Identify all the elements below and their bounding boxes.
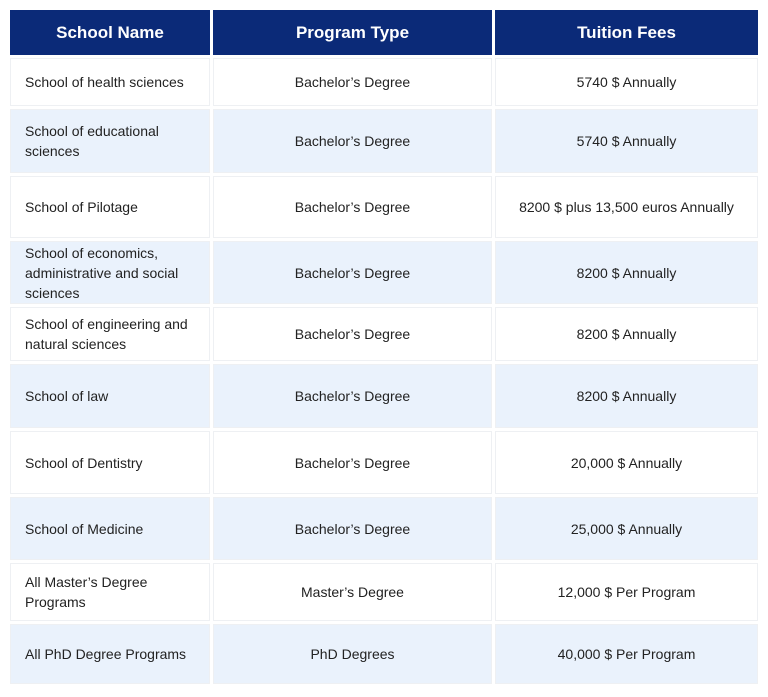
tuition-fee-cell: 20,000 $ Annually — [495, 431, 758, 494]
header-tuition-fees: Tuition Fees — [495, 10, 758, 55]
tuition-fee-cell: 12,000 $ Per Program — [495, 563, 758, 621]
table-row: School of educational sciences Bachelor’… — [10, 109, 758, 173]
school-name-cell: School of law — [10, 364, 210, 428]
program-type-cell: Bachelor’s Degree — [213, 364, 492, 428]
school-name-cell: School of Dentistry — [10, 431, 210, 494]
program-type-cell: Bachelor’s Degree — [213, 58, 492, 106]
tuition-fees-table: School Name Program Type Tuition Fees Sc… — [7, 7, 761, 687]
tuition-fee-cell: 5740 $ Annually — [495, 58, 758, 106]
table-header-row: School Name Program Type Tuition Fees — [10, 10, 758, 55]
header-program-type: Program Type — [213, 10, 492, 55]
program-type-cell: Bachelor’s Degree — [213, 431, 492, 494]
school-name-cell: School of economics, administrative and … — [10, 241, 210, 304]
tuition-fee-cell: 8200 $ Annually — [495, 364, 758, 428]
tuition-fee-cell: 5740 $ Annually — [495, 109, 758, 173]
table-row: School of Pilotage Bachelor’s Degree 820… — [10, 176, 758, 238]
table-row: School of engineering and natural scienc… — [10, 307, 758, 361]
table-row: All PhD Degree Programs PhD Degrees 40,0… — [10, 624, 758, 684]
tuition-fee-cell: 8200 $ Annually — [495, 241, 758, 304]
school-name-cell: School of health sciences — [10, 58, 210, 106]
program-type-cell: Bachelor’s Degree — [213, 176, 492, 238]
table-row: School of law Bachelor’s Degree 8200 $ A… — [10, 364, 758, 428]
tuition-table-container: School Name Program Type Tuition Fees Sc… — [7, 7, 761, 687]
table-row: School of health sciences Bachelor’s Deg… — [10, 58, 758, 106]
program-type-cell: Bachelor’s Degree — [213, 109, 492, 173]
table-row: School of Dentistry Bachelor’s Degree 20… — [10, 431, 758, 494]
tuition-fee-cell: 40,000 $ Per Program — [495, 624, 758, 684]
program-type-cell: PhD Degrees — [213, 624, 492, 684]
header-school-name: School Name — [10, 10, 210, 55]
program-type-cell: Bachelor’s Degree — [213, 497, 492, 560]
program-type-cell: Bachelor’s Degree — [213, 241, 492, 304]
program-type-cell: Master’s Degree — [213, 563, 492, 621]
tuition-fee-cell: 8200 $ Annually — [495, 307, 758, 361]
program-type-cell: Bachelor’s Degree — [213, 307, 492, 361]
school-name-cell: School of Medicine — [10, 497, 210, 560]
school-name-cell: School of Pilotage — [10, 176, 210, 238]
tuition-fee-cell: 8200 $ plus 13,500 euros Annually — [495, 176, 758, 238]
school-name-cell: All Master’s Degree Programs — [10, 563, 210, 621]
school-name-cell: School of engineering and natural scienc… — [10, 307, 210, 361]
table-row: All Master’s Degree Programs Master’s De… — [10, 563, 758, 621]
table-row: School of Medicine Bachelor’s Degree 25,… — [10, 497, 758, 560]
school-name-cell: School of educational sciences — [10, 109, 210, 173]
table-row: School of economics, administrative and … — [10, 241, 758, 304]
tuition-fee-cell: 25,000 $ Annually — [495, 497, 758, 560]
school-name-cell: All PhD Degree Programs — [10, 624, 210, 684]
